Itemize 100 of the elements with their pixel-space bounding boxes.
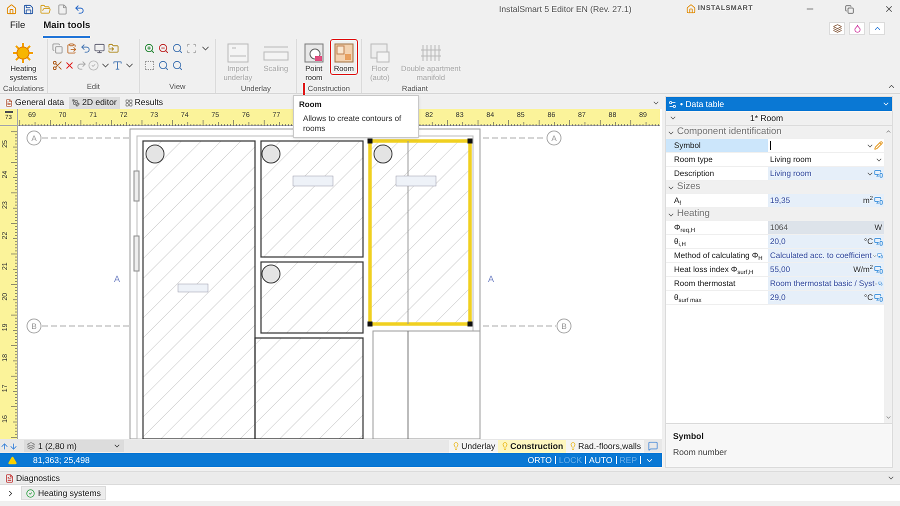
monitor-icon[interactable] <box>94 43 105 54</box>
paste-icon[interactable] <box>66 43 77 54</box>
link-icon[interactable] <box>874 196 883 205</box>
property-value[interactable]: Living room <box>768 167 884 180</box>
redo-icon[interactable] <box>76 60 87 71</box>
layer-tab[interactable]: Underlay <box>449 440 498 452</box>
comment-icon[interactable] <box>648 441 658 451</box>
check-icon[interactable] <box>88 60 99 71</box>
manifold-icon <box>420 42 442 64</box>
layer-tab[interactable]: Rad.-floors,walls <box>566 440 644 452</box>
coordinates: 81,363; 25,498 <box>33 454 90 466</box>
level-up-icon[interactable] <box>0 442 9 450</box>
property-value[interactable]: 1064 W <box>768 221 884 234</box>
pen-icon <box>72 98 80 106</box>
link-icon[interactable] <box>874 237 883 246</box>
axis-marker: A <box>26 130 42 146</box>
panel-title: Diagnostics <box>16 472 60 484</box>
zoom-in-icon[interactable] <box>144 43 155 54</box>
lightbulb-icon <box>569 442 578 450</box>
link-icon[interactable] <box>874 169 883 178</box>
search-icon[interactable] <box>172 60 183 71</box>
scrollbar[interactable] <box>884 126 892 423</box>
floor-selector[interactable]: 1 (2,80 m) <box>24 440 124 452</box>
section-header[interactable]: Sizes <box>666 181 884 194</box>
layers-icon <box>27 442 35 450</box>
document-icon <box>5 98 13 106</box>
property-value[interactable]: Calculated acc. to coefficient <box>768 249 884 262</box>
property-value[interactable]: 20,0 °C <box>768 235 884 248</box>
layer-tab[interactable]: Construction <box>498 440 566 452</box>
property-value[interactable]: 55,00 W/m$^{2}$ <box>768 263 884 276</box>
link-icon[interactable] <box>878 279 883 288</box>
floor-icon <box>368 42 391 64</box>
description-text: Room number <box>673 446 728 458</box>
diagnostics-icon <box>5 474 14 482</box>
expand-icon[interactable] <box>6 488 15 498</box>
axis-marker: B <box>26 318 42 334</box>
search-icon[interactable] <box>158 60 169 71</box>
scissors-icon[interactable] <box>52 60 63 71</box>
grid-icon <box>124 98 133 106</box>
new-file-icon[interactable] <box>57 4 68 14</box>
axis-label: A <box>114 274 120 284</box>
lightbulb-icon <box>501 442 510 450</box>
collapse-ribbon-icon[interactable] <box>887 82 896 91</box>
search-icon[interactable] <box>172 43 183 54</box>
check-icon <box>26 488 35 498</box>
property-value[interactable]: 29,0 °C <box>768 291 884 304</box>
scroll-up-icon[interactable] <box>884 128 892 135</box>
collapse-icon[interactable] <box>872 24 882 33</box>
axis-marker: A <box>546 130 562 146</box>
property-label[interactable]: Symbol <box>666 139 768 152</box>
property-value[interactable]: 19,35 m$^{2}$ <box>768 194 884 207</box>
layers-icon[interactable] <box>832 24 842 33</box>
zoom-out-icon[interactable] <box>158 43 169 54</box>
select-icon[interactable] <box>144 60 155 71</box>
copy-icon[interactable] <box>52 43 63 54</box>
settings-icon <box>668 100 677 108</box>
close-icon[interactable] <box>884 4 894 14</box>
panel-title: • Data table <box>680 98 724 110</box>
caret-icon[interactable] <box>882 100 890 108</box>
text-cursor <box>770 141 771 150</box>
folder-icon[interactable] <box>40 4 51 14</box>
level-down-icon[interactable] <box>9 442 18 450</box>
document-icon <box>226 42 250 64</box>
tooltip-title: Room <box>299 99 323 111</box>
object-name: 1* Room <box>750 112 784 124</box>
delete-icon[interactable] <box>64 60 75 71</box>
home-icon[interactable] <box>6 4 17 14</box>
document-tab[interactable]: 2D editor <box>69 96 120 108</box>
undo-icon[interactable] <box>80 43 91 54</box>
warning-icon[interactable] <box>8 456 17 464</box>
section-header[interactable]: Heating <box>666 208 884 221</box>
drop-icon[interactable] <box>852 24 862 33</box>
section-header[interactable]: Component identification <box>666 126 884 139</box>
window-title: InstalSmart 5 Editor EN (Rev. 27.1) <box>499 2 632 16</box>
link-icon[interactable] <box>874 265 883 274</box>
undo-icon[interactable] <box>74 4 85 14</box>
scroll-down-icon[interactable] <box>884 414 892 421</box>
property-value[interactable]: Room thermostat basic / Syst <box>768 277 884 290</box>
restore-icon[interactable] <box>845 4 854 14</box>
sun-icon <box>12 42 34 64</box>
mode-toggle[interactable]: ORTO <box>526 454 554 466</box>
document-tab[interactable]: General data <box>2 96 68 108</box>
description-title: Symbol <box>673 430 705 443</box>
property-value[interactable]: Living room <box>768 153 884 166</box>
caret-icon <box>113 442 121 450</box>
menu-tab[interactable]: File <box>10 18 26 38</box>
room-icon <box>332 42 355 64</box>
bottom-tab[interactable]: Heating systems <box>21 486 106 500</box>
logo-icon <box>686 4 696 14</box>
save-icon[interactable] <box>23 4 34 14</box>
lightbulb-icon <box>452 442 460 450</box>
link-icon[interactable] <box>874 293 883 302</box>
text-icon[interactable] <box>112 60 123 71</box>
link-icon[interactable] <box>877 251 883 260</box>
folder-icon[interactable] <box>108 43 119 54</box>
mode-toggle[interactable]: AUTO <box>587 454 615 466</box>
document-tab[interactable]: Results <box>122 96 166 108</box>
menu-tab[interactable]: Main tools <box>43 18 90 38</box>
caret-icon[interactable] <box>887 474 895 482</box>
axis-marker: B <box>556 318 572 334</box>
